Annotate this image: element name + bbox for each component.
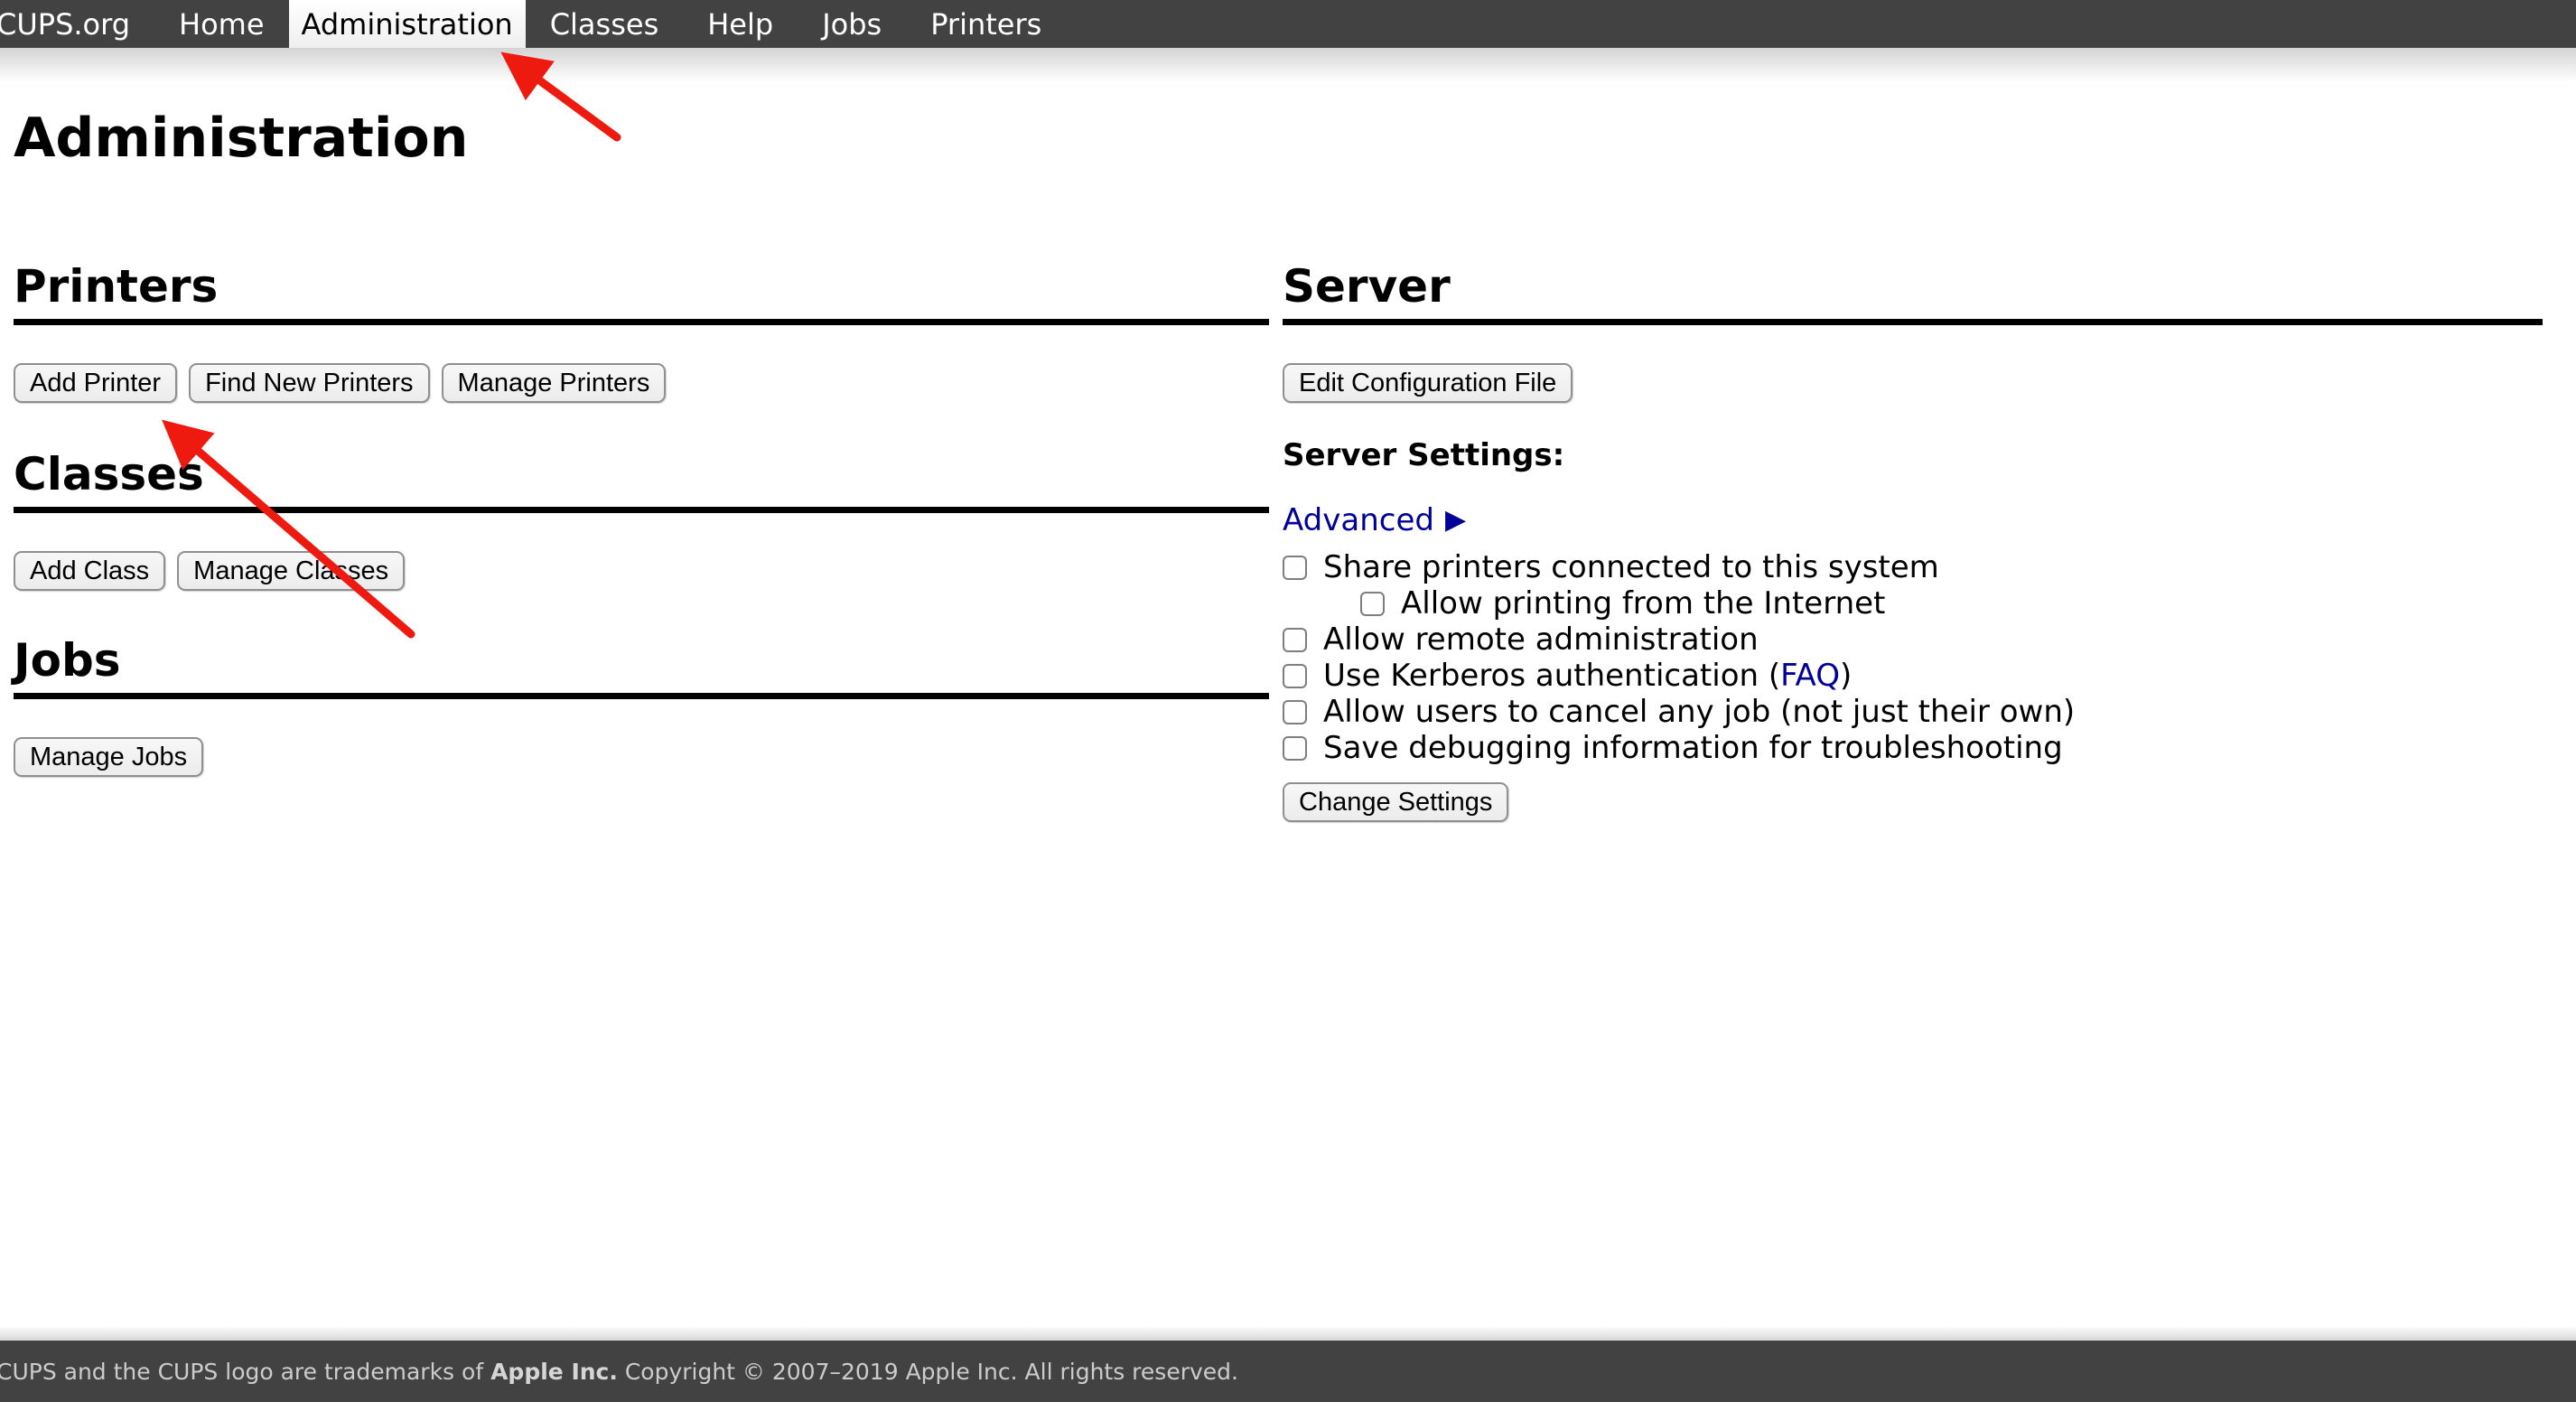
left-column: Printers Add Printer Find New Printers M… <box>14 262 1269 777</box>
find-new-printers-button[interactable]: Find New Printers <box>189 363 429 403</box>
change-settings-row: Change Settings <box>1283 782 2543 822</box>
printers-button-row: Add Printer Find New Printers Manage Pri… <box>14 363 1269 403</box>
cancel-any-job-checkbox[interactable] <box>1283 700 1307 724</box>
manage-classes-button[interactable]: Manage Classes <box>177 551 405 591</box>
advanced-link[interactable]: Advanced ▶ <box>1283 502 1466 538</box>
remote-administration-row: Allow remote administration <box>1283 622 2543 658</box>
change-settings-button[interactable]: Change Settings <box>1283 782 1508 822</box>
classes-heading: Classes <box>14 450 1269 513</box>
nav-item-jobs[interactable]: Jobs <box>798 0 906 48</box>
triangle-right-icon: ▶ <box>1445 507 1466 534</box>
nav-item-printers[interactable]: Printers <box>906 0 1066 48</box>
top-navigation: CUPS.org Home Administration Classes Hel… <box>0 0 2576 48</box>
kerberos-authentication-row: Use Kerberos authentication (FAQ) <box>1283 658 2543 694</box>
share-printers-checkbox[interactable] <box>1283 556 1307 580</box>
server-settings-checkboxes: Share printers connected to this system … <box>1283 549 2543 766</box>
server-settings-label: Server Settings: <box>1283 437 2543 473</box>
kerberos-label-close-paren: ) <box>1840 658 1852 694</box>
page-title: Administration <box>14 108 468 168</box>
classes-button-row: Add Class Manage Classes <box>14 551 1269 591</box>
server-section: Server Edit Configuration File Server Se… <box>1283 262 2543 822</box>
advanced-link-label: Advanced <box>1283 502 1434 538</box>
share-printers-label: Share printers connected to this system <box>1323 549 1939 585</box>
footer-gradient <box>0 1326 2576 1341</box>
content-columns: Printers Add Printer Find New Printers M… <box>14 262 2543 822</box>
jobs-heading: Jobs <box>14 636 1269 699</box>
nav-item-home[interactable]: Home <box>154 0 289 48</box>
server-heading: Server <box>1283 262 2543 325</box>
cups-admin-page: CUPS.org Home Administration Classes Hel… <box>0 0 2576 1402</box>
save-debugging-checkbox[interactable] <box>1283 736 1307 761</box>
kerberos-authentication-checkbox[interactable] <box>1283 664 1307 688</box>
jobs-section: Jobs Manage Jobs <box>14 636 1269 777</box>
cancel-any-job-row: Allow users to cancel any job (not just … <box>1283 694 2543 730</box>
footer-copyright-text: Copyright © 2007–2019 Apple Inc. All rig… <box>618 1359 1238 1385</box>
allow-internet-printing-checkbox[interactable] <box>1360 592 1385 616</box>
printers-heading: Printers <box>14 262 1269 325</box>
manage-printers-button[interactable]: Manage Printers <box>442 363 667 403</box>
jobs-button-row: Manage Jobs <box>14 737 1269 777</box>
footer: CUPS and the CUPS logo are trademarks of… <box>0 1341 2576 1402</box>
allow-internet-printing-label: Allow printing from the Internet <box>1401 585 1885 622</box>
edit-configuration-file-button[interactable]: Edit Configuration File <box>1283 363 1573 403</box>
allow-internet-printing-row: Allow printing from the Internet <box>1360 585 2543 622</box>
manage-jobs-button[interactable]: Manage Jobs <box>14 737 203 777</box>
classes-section: Classes Add Class Manage Classes <box>14 450 1269 591</box>
server-button-row: Edit Configuration File <box>1283 363 2543 403</box>
footer-text: CUPS and the CUPS logo are trademarks of… <box>0 1359 1238 1385</box>
footer-trademark-text: CUPS and the CUPS logo are trademarks of <box>0 1359 490 1385</box>
add-class-button[interactable]: Add Class <box>14 551 165 591</box>
nav-gradient <box>0 48 2576 82</box>
faq-link[interactable]: FAQ <box>1780 658 1840 694</box>
kerberos-label-text: Use Kerberos authentication ( <box>1323 658 1780 694</box>
printers-section: Printers Add Printer Find New Printers M… <box>14 262 1269 403</box>
save-debugging-row: Save debugging information for troublesh… <box>1283 730 2543 766</box>
nav-item-help[interactable]: Help <box>683 0 798 48</box>
remote-administration-checkbox[interactable] <box>1283 628 1307 652</box>
nav-item-administration[interactable]: Administration <box>289 0 526 48</box>
footer-apple-bold: Apple Inc. <box>490 1359 618 1385</box>
cancel-any-job-label: Allow users to cancel any job (not just … <box>1323 694 2075 730</box>
nav-item-cups-org[interactable]: CUPS.org <box>0 0 154 48</box>
add-printer-button[interactable]: Add Printer <box>14 363 177 403</box>
server-column: Server Edit Configuration File Server Se… <box>1283 262 2543 822</box>
share-printers-row: Share printers connected to this system <box>1283 549 2543 585</box>
remote-administration-label: Allow remote administration <box>1323 622 1759 658</box>
nav-item-classes[interactable]: Classes <box>526 0 684 48</box>
save-debugging-label: Save debugging information for troublesh… <box>1323 730 2063 766</box>
kerberos-authentication-label: Use Kerberos authentication (FAQ) <box>1323 658 1852 694</box>
